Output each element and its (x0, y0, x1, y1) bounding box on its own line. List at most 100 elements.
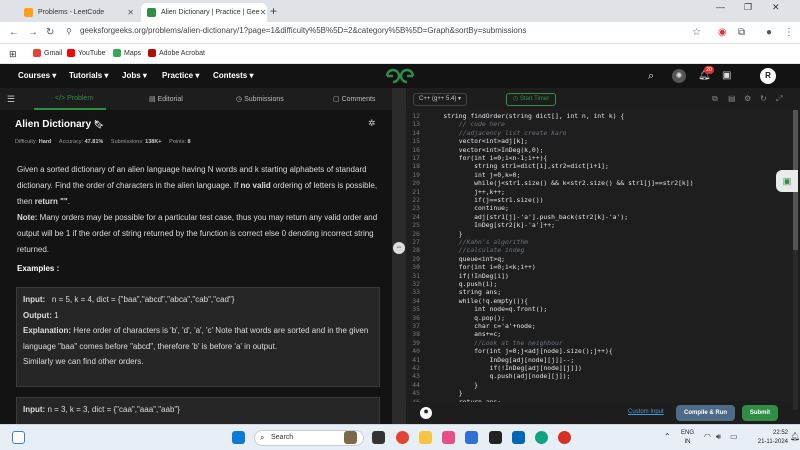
bug-report-icon[interactable]: ✲ (368, 118, 376, 129)
code-line[interactable]: 45 } (406, 389, 800, 397)
forward-icon[interactable]: → (28, 27, 38, 38)
photos-icon[interactable] (442, 431, 455, 444)
dell-icon[interactable] (512, 431, 525, 444)
bookmark-icon[interactable]: 🔖︎ (94, 120, 104, 129)
chrome-active-icon[interactable] (558, 431, 571, 444)
code-line[interactable]: 18 string str1=dict[i],str2=dict[i+1]; (406, 162, 800, 170)
language-indicator[interactable]: ENG IN (681, 429, 694, 447)
profile-avatar-icon[interactable]: ● (766, 27, 772, 38)
notification-center-icon[interactable]: 🔔︎ (790, 432, 800, 441)
reset-icon[interactable]: ↻ (760, 94, 767, 103)
code-line[interactable]: 32 q.push(i); (406, 280, 800, 288)
tab-submissions[interactable]: ◷ Submissions (236, 95, 284, 103)
code-line[interactable]: 38 ans+=c; (406, 330, 800, 338)
theme-toggle-icon[interactable]: ✺ (672, 69, 686, 83)
submit-button[interactable]: Submit (742, 405, 778, 421)
nav-tutorials[interactable]: Tutorials ▾ (69, 71, 108, 80)
code-line[interactable]: 44 } (406, 381, 800, 389)
start-timer-button[interactable]: ◷ Start Timer (506, 93, 557, 106)
panel-divider[interactable] (392, 88, 406, 424)
browser-tab-leetcode[interactable]: Problems - LeetCode ✕ (18, 3, 140, 22)
code-line[interactable]: 26 } (406, 230, 800, 238)
new-tab-icon[interactable]: + (270, 4, 277, 18)
taskbar-clock[interactable]: 22:52 21-11-2024 (748, 429, 788, 447)
code-line[interactable]: 19 int j=0,k=0; (406, 171, 800, 179)
code-line[interactable]: 34 while(!q.empty()){ (406, 297, 800, 305)
tab-comments[interactable]: ▢ Comments (333, 95, 375, 103)
chevron-up-icon[interactable]: ⌃ (664, 432, 671, 441)
settings-icon[interactable]: ⚙ (744, 94, 751, 103)
code-line[interactable]: 39 //Look at the neighbour (406, 339, 800, 347)
language-select[interactable]: C++ (g++ 5.4) ▾ (413, 93, 468, 106)
volume-icon[interactable]: 🔊︎ (716, 432, 721, 442)
tab-editorial[interactable]: ▤ Editorial (149, 95, 183, 103)
tab-problem[interactable]: </> Problem (55, 95, 93, 102)
nav-jobs[interactable]: Jobs ▾ (122, 71, 147, 80)
code-line[interactable]: 43 q.push(adj[node][j]); (406, 372, 800, 380)
code-line[interactable]: 12 string findOrder(string dict[], int n… (406, 112, 800, 120)
code-line[interactable]: 21 j++,k++; (406, 188, 800, 196)
code-line[interactable]: 15 vector<int>adj[k]; (406, 137, 800, 145)
bookmark-star-icon[interactable]: ☆ (692, 27, 701, 38)
store-icon[interactable] (489, 431, 502, 444)
resize-handle-icon[interactable]: ⇔ (393, 242, 405, 254)
code-line[interactable]: 25 InDeg[str2[k]-'a']++; (406, 221, 800, 229)
widget-image-icon[interactable] (344, 431, 357, 444)
nav-courses[interactable]: Courses ▾ (18, 71, 56, 80)
task-view-icon[interactable] (372, 431, 385, 444)
gfg-logo[interactable] (384, 67, 416, 85)
bookmark-maps[interactable]: Maps (113, 49, 141, 57)
code-line[interactable]: 37 char c='a'+node; (406, 322, 800, 330)
code-line[interactable]: 41 InDeg[adj[node][j]]--; (406, 356, 800, 364)
code-line[interactable]: 31 if(!InDeg[i]) (406, 272, 800, 280)
widgets-icon[interactable] (12, 431, 25, 444)
reload-icon[interactable]: ↻ (46, 27, 54, 38)
close-window-icon[interactable]: ✕ (772, 2, 780, 13)
compile-run-button[interactable]: Compile & Run (676, 405, 735, 421)
chrome-icon[interactable] (396, 431, 409, 444)
extensions-puzzle-icon[interactable]: ⧉ (738, 27, 745, 38)
code-line[interactable]: 14 //adjacency list create karo (406, 129, 800, 137)
code-editor[interactable]: 12 string findOrder(string dict[], int n… (406, 110, 800, 402)
url-field[interactable]: geeksforgeeks.org/problems/alien-diction… (80, 26, 526, 35)
code-line[interactable]: 29 queue<int>q; (406, 255, 800, 263)
bookmark-acrobat[interactable]: Adobe Acrobat (148, 49, 205, 57)
code-line[interactable]: 22 if(j==str1.size()) (406, 196, 800, 204)
code-line[interactable]: 40 for(int j=0;j<adj[node].size();j++){ (406, 347, 800, 355)
battery-icon[interactable]: ▭ (730, 432, 738, 441)
close-tab-icon[interactable]: ✕ (260, 8, 267, 17)
minimize-icon[interactable]: — (716, 2, 725, 12)
bookmark-gmail[interactable]: Gmail (33, 49, 62, 57)
code-line[interactable]: 30 for(int i=0;i<k;i++) (406, 263, 800, 271)
code-line[interactable]: 16 vector<int>InDeg(k,0); (406, 146, 800, 154)
nav-contests[interactable]: Contests ▾ (213, 71, 253, 80)
close-tab-icon[interactable]: ✕ (127, 8, 134, 17)
hamburger-menu-icon[interactable]: ☰ (7, 94, 15, 105)
edge-icon[interactable] (535, 431, 548, 444)
nav-practice[interactable]: Practice ▾ (162, 71, 199, 80)
code-line[interactable]: 35 int node=q.front(); (406, 305, 800, 313)
file-explorer-icon[interactable] (419, 431, 432, 444)
search-icon[interactable]: ⌕ (648, 70, 654, 83)
code-line[interactable]: 13 // code here (406, 120, 800, 128)
windows-start-icon[interactable] (232, 431, 245, 444)
back-icon[interactable]: ← (9, 27, 19, 38)
wifi-icon[interactable]: ◠ (704, 432, 711, 441)
code-line[interactable]: 17 for(int i=0;i<n-1;i++){ (406, 154, 800, 162)
file-icon[interactable]: ▤ (728, 94, 736, 103)
messages-icon[interactable]: ▣ (722, 70, 731, 81)
code-line[interactable]: 27 //Kahn's algorithm (406, 238, 800, 246)
avatar[interactable]: R (760, 68, 776, 84)
code-line[interactable]: 20 while(j<str1.size() && k<str2.size() … (406, 179, 800, 187)
extension-icon[interactable]: ◉ (718, 27, 727, 38)
maximize-icon[interactable]: ❐ (744, 2, 752, 13)
code-line[interactable]: 33 string ans; (406, 288, 800, 296)
lightbulb-icon[interactable]: ✹ (420, 407, 432, 419)
code-line[interactable]: 42 if(!InDeg[adj[node][j]]) (406, 364, 800, 372)
site-info-icon[interactable]: ⚲ (66, 27, 72, 36)
browser-tab-gfg[interactable]: Alien Dictionary | Practice | Gee ✕ (141, 3, 267, 22)
code-line[interactable]: 36 q.pop(); (406, 314, 800, 322)
apps-grid-icon[interactable]: ⊞ (9, 49, 17, 60)
code-line[interactable]: 24 adj[str1[j]-'a'].push_back(str2[k]-'a… (406, 213, 800, 221)
code-line[interactable]: 23 continue; (406, 204, 800, 212)
